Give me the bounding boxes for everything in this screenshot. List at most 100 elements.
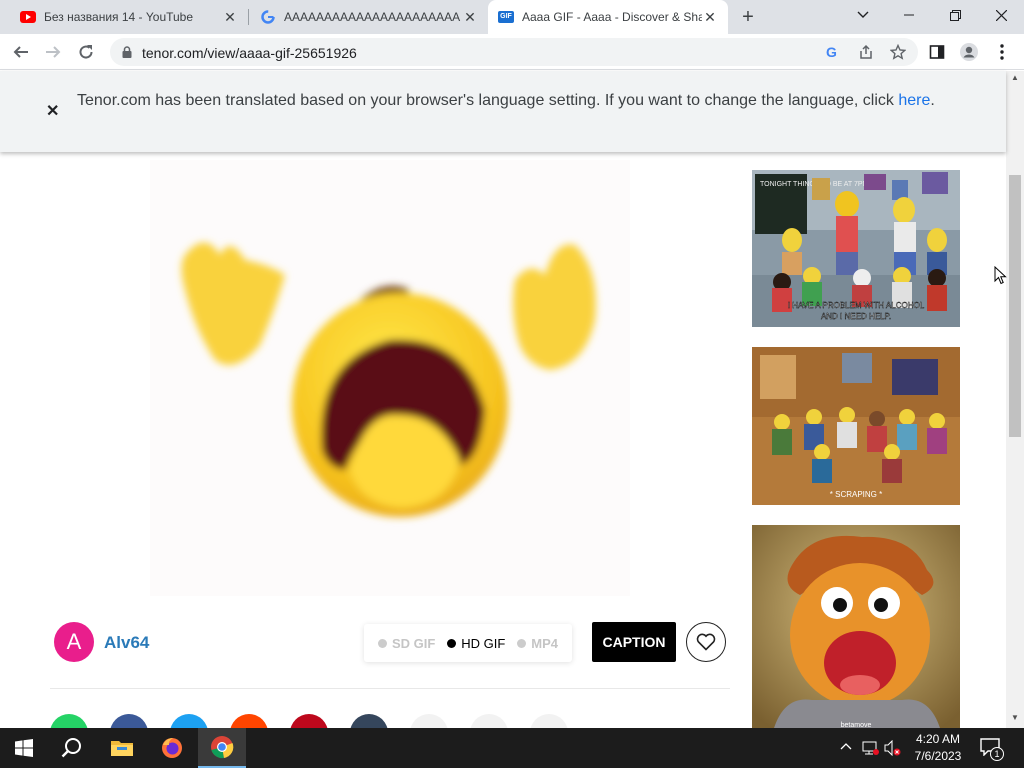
profile-icon — [960, 43, 978, 61]
close-tab-icon[interactable]: ✕ — [222, 9, 238, 25]
format-sd-gif[interactable]: SD GIF — [377, 635, 436, 651]
author-name-link[interactable]: Alv64 — [104, 633, 149, 653]
arrow-left-icon — [13, 46, 28, 58]
close-tab-icon[interactable]: ✕ — [702, 9, 718, 25]
radio-dot-icon — [377, 638, 387, 648]
back-button[interactable] — [8, 39, 34, 65]
restore-icon — [949, 9, 961, 21]
reload-icon — [79, 45, 93, 59]
more-vert-icon — [1000, 44, 1004, 60]
simpsons-meeting-image: * SCRAPING * — [752, 347, 960, 505]
muppet-screaming-image: betamove — [752, 525, 960, 728]
forward-button[interactable] — [40, 39, 66, 65]
menu-button[interactable] — [989, 39, 1015, 65]
radio-dot-icon — [517, 638, 527, 648]
format-selector: SD GIF HD GIF MP4 — [364, 624, 572, 662]
format-mp4[interactable]: MP4 — [517, 636, 558, 651]
share-button[interactable] — [470, 714, 508, 728]
scrollbar-thumb[interactable] — [1009, 175, 1021, 437]
screaming-emoji-image — [181, 242, 596, 517]
divider — [50, 688, 730, 689]
share-button[interactable] — [110, 714, 148, 728]
tab-title: AAAAAAAAAAAAAAAAAAAAAA — [284, 10, 461, 24]
show-hidden-icons[interactable] — [840, 739, 852, 753]
side-panel-icon — [929, 45, 945, 59]
minimize-icon — [904, 14, 914, 16]
author-avatar[interactable]: A — [54, 622, 94, 662]
page-scrollbar[interactable]: ▲ ▼ — [1006, 71, 1024, 728]
lock-icon[interactable] — [122, 46, 132, 58]
chevron-down-icon — [857, 11, 869, 18]
google-icon — [260, 9, 276, 25]
format-label: MP4 — [531, 635, 559, 651]
close-banner-icon[interactable]: ✕ — [46, 101, 59, 121]
share-button[interactable] — [290, 714, 328, 728]
file-explorer-button[interactable] — [98, 728, 146, 768]
new-tab-button[interactable]: + — [736, 6, 760, 28]
tab-title: Aaaa GIF - Aaaa - Discover & Sha — [522, 10, 702, 24]
tab-search-button[interactable] — [840, 0, 886, 30]
close-tab-icon[interactable]: ✕ — [462, 9, 478, 25]
heart-icon — [696, 633, 716, 651]
share-button[interactable] — [530, 714, 568, 728]
browser-toolbar: tenor.com/view/aaaa-gif-25651926 G — [0, 34, 1024, 70]
share-button[interactable] — [170, 714, 208, 728]
main-gif[interactable] — [150, 160, 630, 596]
radio-dot-icon — [447, 638, 457, 648]
banner-suffix: . — [930, 92, 935, 109]
tab-strip: Без названия 14 - YouTube ✕ AAAAAAAAAAAA… — [0, 0, 1024, 34]
restore-button[interactable] — [932, 0, 978, 30]
firefox-button[interactable] — [148, 728, 196, 768]
thumbnail-caption: * SCRAPING * — [830, 490, 882, 499]
related-gif-thumbnail[interactable]: betamove — [752, 525, 960, 728]
share-button[interactable] — [230, 714, 268, 728]
search-icon — [61, 738, 81, 758]
tab-youtube[interactable]: Без названия 14 - YouTube ✕ — [0, 0, 248, 34]
clock-date: 7/6/2023 — [914, 749, 962, 763]
share-button[interactable] — [350, 714, 388, 728]
chrome-icon — [211, 736, 234, 759]
page-content: TONIGHT THINGS TO BE AT 7PM I HAVE A PRO… — [0, 152, 1006, 728]
share-button[interactable] — [410, 714, 448, 728]
chevron-up-icon — [840, 743, 852, 750]
banner-here-link[interactable]: here — [898, 92, 930, 109]
scroll-down-arrow-icon[interactable]: ▼ — [1011, 713, 1019, 722]
arrow-right-icon — [46, 46, 61, 58]
notification-center-button[interactable]: 1 — [980, 738, 1004, 761]
notification-count-badge: 1 — [990, 747, 1004, 761]
tab-google[interactable]: AAAAAAAAAAAAAAAAAAAAAA ✕ — [248, 0, 488, 34]
side-panel-button[interactable] — [924, 39, 950, 65]
related-gif-thumbnail[interactable]: * SCRAPING * — [752, 347, 960, 505]
format-label: SD GIF — [391, 635, 436, 651]
format-hd-gif[interactable]: HD GIF — [447, 636, 505, 651]
gif-icon: GIF — [498, 9, 514, 25]
share-button[interactable] — [50, 714, 88, 728]
address-bar[interactable]: tenor.com/view/aaaa-gif-25651926 G — [110, 38, 918, 66]
scroll-up-arrow-icon[interactable]: ▲ — [1011, 73, 1019, 82]
related-gif-thumbnail[interactable]: TONIGHT THINGS TO BE AT 7PM I HAVE A PRO… — [752, 170, 960, 327]
folder-icon — [111, 741, 133, 756]
reload-button[interactable] — [73, 39, 99, 65]
url-text[interactable]: tenor.com/view/aaaa-gif-25651926 — [142, 45, 357, 61]
search-button[interactable] — [48, 728, 96, 768]
profile-button[interactable] — [956, 39, 982, 65]
caption-button[interactable]: CAPTION — [592, 622, 676, 662]
youtube-icon — [20, 9, 36, 25]
tab-title: Без названия 14 - YouTube — [44, 10, 194, 24]
google-lens-icon[interactable]: G — [826, 44, 837, 60]
gif-favicon-text: GIF — [498, 11, 514, 23]
network-icon[interactable] — [862, 740, 880, 759]
close-window-button[interactable] — [978, 0, 1024, 30]
chrome-taskbar-button[interactable] — [198, 728, 246, 768]
star-icon[interactable] — [890, 44, 906, 60]
volume-muted-icon[interactable] — [884, 739, 902, 759]
share-icon[interactable] — [858, 44, 874, 60]
clock-time: 4:20 AM — [915, 732, 961, 746]
system-clock[interactable]: 4:20 AM 7/6/2023 — [908, 731, 968, 765]
favorite-button[interactable] — [686, 622, 726, 662]
simpsons-support-group-image: TONIGHT THINGS TO BE AT 7PM I HAVE A PRO… — [752, 170, 960, 327]
firefox-icon — [162, 738, 182, 758]
start-button[interactable] — [0, 728, 48, 768]
minimize-button[interactable] — [886, 0, 932, 30]
tab-tenor[interactable]: GIF Aaaa GIF - Aaaa - Discover & Sha ✕ — [488, 0, 728, 34]
